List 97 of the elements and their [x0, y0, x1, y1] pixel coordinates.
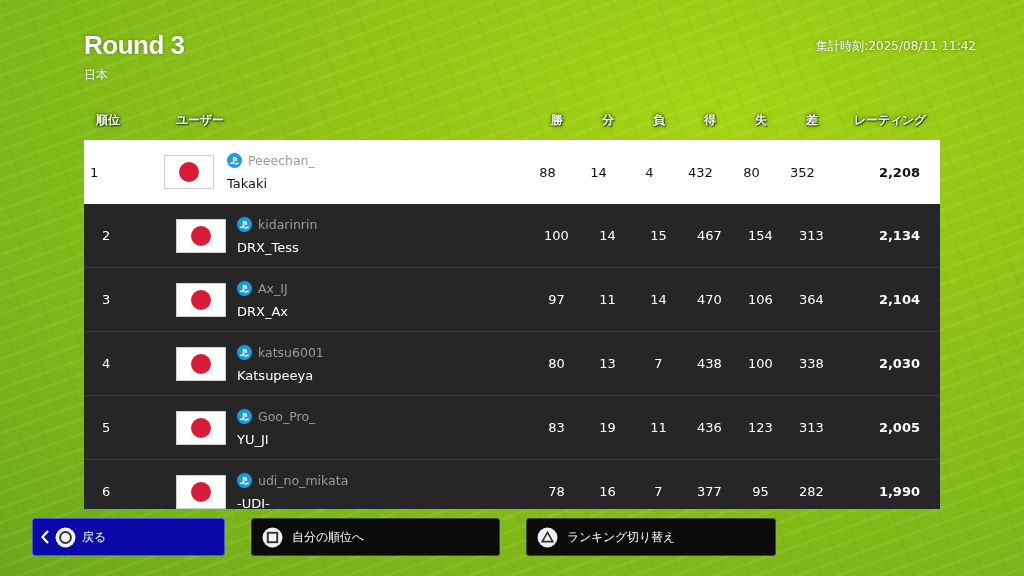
stat-value: 11 [598, 292, 617, 307]
stat-value: 78 [547, 484, 566, 499]
console-logo-icon [237, 472, 252, 488]
stat-value: 470 [696, 292, 723, 307]
leaderboard-row[interactable]: 4 katsu6001 Katsupeeya 80 13 7 438 100 338 2,030 [84, 332, 940, 396]
triangle-button-icon [537, 526, 558, 548]
stat-value: 97 [547, 292, 566, 307]
square-button-icon [262, 526, 283, 548]
stat-value: 377 [696, 484, 723, 499]
rating-value: 2,030 [877, 356, 920, 371]
stat-value: 100 [543, 228, 570, 243]
stat-value: 7 [653, 356, 664, 371]
action-button[interactable]: 戻る [32, 518, 225, 556]
stat-value: 100 [747, 356, 774, 371]
stat-value: 80 [547, 356, 566, 371]
column-header: レーティング [853, 111, 926, 129]
japan-flag-icon [164, 155, 214, 189]
stat-value: 16 [598, 484, 617, 499]
column-header: 差 [804, 111, 819, 129]
column-header: 分 [600, 111, 615, 129]
player-name: Katsupeeya [237, 367, 315, 383]
leaderboard-row[interactable]: 2 kidarinrin DRX_Tess 100 14 15 467 154 313 2,134 [84, 204, 940, 268]
stat-value: 338 [798, 356, 825, 371]
stat-value: 154 [747, 228, 774, 243]
console-logo-icon [237, 280, 252, 296]
rating-value: 2,005 [877, 420, 920, 435]
japan-flag-icon [176, 410, 226, 445]
stat-value: 15 [649, 228, 668, 243]
timestamp: 集計時刻:2025/08/11 11:42 [816, 38, 976, 55]
caret-icon [41, 530, 49, 544]
stat-value: 7 [653, 484, 664, 499]
stat-value: 88 [538, 164, 557, 180]
stat-value: 19 [598, 420, 617, 435]
leaderboard-row[interactable]: 6 udi_no_mikata -UDI- 78 16 7 377 95 282 1,990 [84, 460, 940, 509]
stat-value: 432 [687, 164, 714, 180]
player-name: Takaki [227, 176, 269, 191]
leaderboard-row[interactable]: 5 Goo_Pro_ YU_JI 83 19 11 436 123 313 2,005 [84, 396, 940, 460]
stat-value: 11 [649, 420, 668, 435]
rank-number: 4 [102, 356, 112, 371]
column-header: 得 [702, 111, 717, 129]
stat-value: 14 [589, 164, 608, 180]
player-name: YU_JI [237, 431, 270, 447]
round-title: Round 3 [84, 30, 185, 61]
column-header: 失 [753, 111, 768, 129]
stat-value: 364 [798, 292, 825, 307]
rank-number: 3 [102, 292, 112, 307]
japan-flag-icon [176, 282, 226, 317]
player-id: udi_no_mikata [258, 472, 349, 488]
player-id: Ax_IJ [258, 280, 288, 296]
japan-flag-icon [176, 474, 226, 509]
column-header: 順位 [96, 111, 121, 129]
stat-value: 13 [598, 356, 617, 371]
rating-value: 2,134 [877, 228, 920, 243]
stat-value: 467 [696, 228, 723, 243]
rank-number: 6 [102, 484, 112, 499]
stat-value: 14 [649, 292, 668, 307]
rank-number: 1 [90, 164, 100, 180]
player-name: DRX_Ax [237, 303, 290, 319]
column-header: ユーザー [176, 111, 225, 129]
stat-value: 352 [789, 164, 816, 180]
stat-value: 14 [598, 228, 617, 243]
player-name: -UDI- [237, 495, 271, 509]
console-logo-icon [237, 408, 252, 424]
rank-number: 5 [102, 420, 112, 435]
player-id: kidarinrin [258, 216, 318, 232]
leaderboard-row[interactable]: 3 Ax_IJ DRX_Ax 97 11 14 470 106 364 2,104 [84, 268, 940, 332]
japan-flag-icon [176, 218, 226, 253]
stat-value: 83 [547, 420, 566, 435]
stat-value: 106 [747, 292, 774, 307]
stat-value: 436 [696, 420, 723, 435]
column-header: 勝 [549, 111, 564, 129]
console-logo-icon [227, 153, 242, 168]
stat-value: 123 [747, 420, 774, 435]
circle-button-icon [55, 526, 76, 548]
stat-value: 438 [696, 356, 723, 371]
rank-number: 2 [102, 228, 112, 243]
leaderboard-row[interactable]: 1 Peeechan_ Takaki 88 14 4 432 80 352 2,208 [84, 140, 940, 204]
stat-value: 95 [751, 484, 770, 499]
action-button[interactable]: ランキング切り替え [526, 518, 776, 556]
console-logo-icon [237, 344, 252, 360]
rating-value: 2,208 [877, 164, 920, 180]
stat-value: 313 [798, 228, 825, 243]
rating-value: 1,990 [877, 484, 920, 499]
player-id: Goo_Pro_ [258, 408, 316, 424]
stat-value: 313 [798, 420, 825, 435]
rating-value: 2,104 [877, 292, 920, 307]
action-button[interactable]: 自分の順位へ [251, 518, 500, 556]
player-id: Peeechan_ [248, 153, 315, 168]
stat-value: 282 [798, 484, 825, 499]
player-id: katsu6001 [258, 344, 324, 360]
column-header: 負 [651, 111, 666, 129]
japan-flag-icon [176, 346, 226, 381]
stat-value: 80 [742, 164, 761, 180]
player-name: DRX_Tess [237, 239, 300, 255]
stat-value: 4 [644, 164, 655, 180]
region-label: 日本 [84, 67, 109, 84]
console-logo-icon [237, 216, 252, 232]
